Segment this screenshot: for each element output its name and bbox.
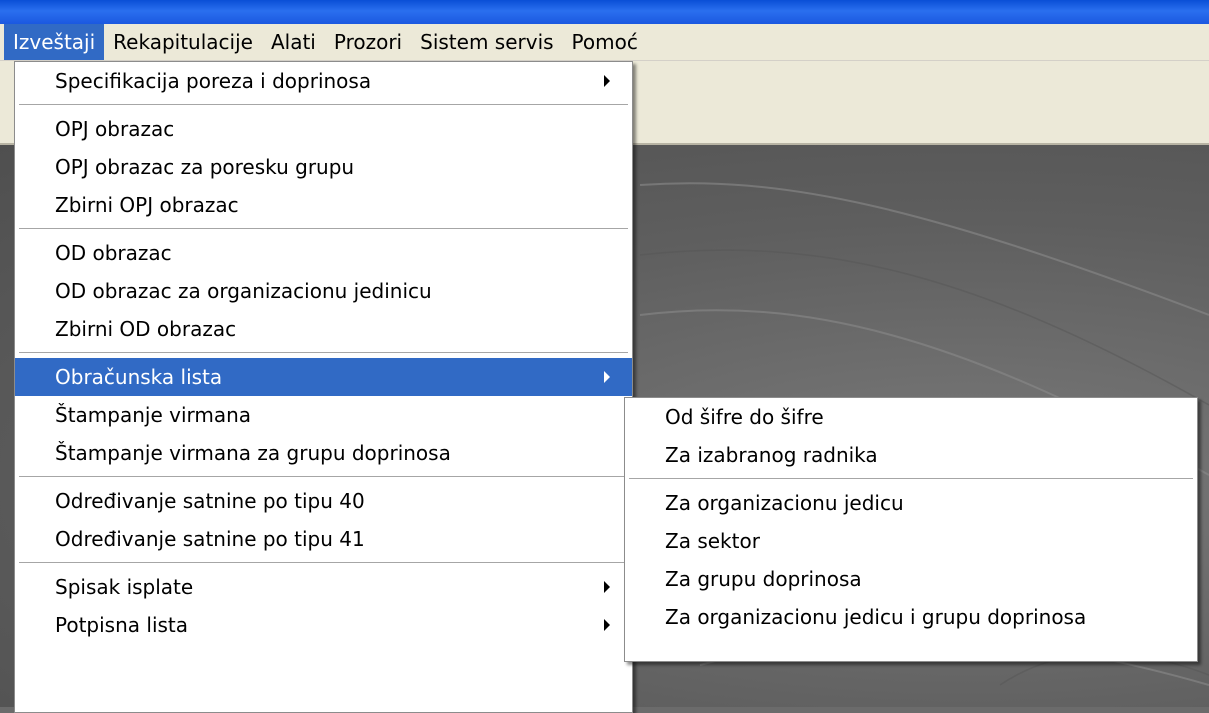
menu-item-label: Za sektor <box>665 529 760 553</box>
obracunska-lista-submenu: Od šifre do šifre Za izabranog radnika Z… <box>624 397 1198 662</box>
menu-item-label: Za grupu doprinosa <box>665 567 862 591</box>
menu-item-zbirni-opj[interactable]: Zbirni OPJ obrazac <box>15 186 632 224</box>
submenu-item-od-sifre-do-sifre[interactable]: Od šifre do šifre <box>625 398 1197 436</box>
menu-separator <box>625 474 1197 484</box>
menu-item-label: OPJ obrazac <box>55 117 175 141</box>
menu-item-label: Spisak isplate <box>55 575 194 599</box>
menu-item-label: Zbirni OPJ obrazac <box>55 193 239 217</box>
menu-item-potpisna-lista[interactable]: Potpisna lista <box>15 606 632 644</box>
menu-item-label: Od šifre do šifre <box>665 405 824 429</box>
menu-izvestaji[interactable]: Izveštaji <box>4 24 105 60</box>
menu-item-label: Obračunska lista <box>55 365 223 389</box>
menu-item-label: Zbirni OD obrazac <box>55 317 237 341</box>
submenu-arrow-icon <box>604 371 610 383</box>
menu-separator <box>15 348 632 358</box>
menu-separator <box>15 472 632 482</box>
submenu-arrow-icon <box>604 75 610 87</box>
submenu-arrow-icon <box>604 619 610 631</box>
menu-item-specifikacija-poreza[interactable]: Specifikacija poreza i doprinosa <box>15 62 632 100</box>
menu-item-label: Određivanje satnine po tipu 41 <box>55 527 365 551</box>
window-titlebar <box>0 0 1209 24</box>
menu-item-spisak-isplate[interactable]: Spisak isplate <box>15 568 632 606</box>
menu-separator <box>15 100 632 110</box>
menu-sistem-servis[interactable]: Sistem servis <box>411 24 562 60</box>
menu-item-label: OD obrazac <box>55 241 172 265</box>
submenu-item-grupa-doprinosa[interactable]: Za grupu doprinosa <box>625 560 1197 598</box>
menu-alati[interactable]: Alati <box>262 24 325 60</box>
menu-item-obracunska-lista[interactable]: Obračunska lista <box>15 358 632 396</box>
izvestaji-dropdown-menu: Specifikacija poreza i doprinosa OPJ obr… <box>14 61 633 713</box>
menu-item-label: Za organizacionu jedicu <box>665 491 904 515</box>
menu-item-od-organizaciona-jedinica[interactable]: OD obrazac za organizacionu jedinicu <box>15 272 632 310</box>
submenu-item-org-jedinica-i-grupa[interactable]: Za organizacionu jedicu i grupu doprinos… <box>625 598 1197 636</box>
menu-prozori[interactable]: Prozori <box>325 24 411 60</box>
menu-item-label: Za izabranog radnika <box>665 443 878 467</box>
submenu-arrow-icon <box>604 581 610 593</box>
submenu-item-sektor[interactable]: Za sektor <box>625 522 1197 560</box>
menu-item-zbirni-od[interactable]: Zbirni OD obrazac <box>15 310 632 348</box>
menu-item-opj-poreska-grupa[interactable]: OPJ obrazac za poresku grupu <box>15 148 632 186</box>
menu-item-label: Štampanje virmana <box>55 403 252 427</box>
menu-item-od-obrazac[interactable]: OD obrazac <box>15 234 632 272</box>
menu-item-satnina-tip-41[interactable]: Određivanje satnine po tipu 41 <box>15 520 632 558</box>
menu-item-label: Potpisna lista <box>55 613 189 637</box>
menu-item-label: OD obrazac za organizacionu jedinicu <box>55 279 432 303</box>
menu-rekapitulacije[interactable]: Rekapitulacije <box>104 24 262 60</box>
submenu-item-izabrani-radnik[interactable]: Za izabranog radnika <box>625 436 1197 474</box>
menu-pomoc[interactable]: Pomoć <box>563 24 647 60</box>
menu-item-label: Određivanje satnine po tipu 40 <box>55 489 365 513</box>
menu-item-stampanje-virmana-grupa[interactable]: Štampanje virmana za grupu doprinosa <box>15 434 632 472</box>
submenu-item-organizaciona-jedinica[interactable]: Za organizacionu jedicu <box>625 484 1197 522</box>
menu-item-label: OPJ obrazac za poresku grupu <box>55 155 355 179</box>
menu-separator <box>15 224 632 234</box>
menu-item-stampanje-virmana[interactable]: Štampanje virmana <box>15 396 632 434</box>
menu-bar: Izveštaji Rekapitulacije Alati Prozori S… <box>0 24 1209 61</box>
menu-separator <box>15 558 632 568</box>
menu-item-opj-obrazac[interactable]: OPJ obrazac <box>15 110 632 148</box>
menu-item-satnina-tip-40[interactable]: Određivanje satnine po tipu 40 <box>15 482 632 520</box>
menu-item-label: Štampanje virmana za grupu doprinosa <box>55 441 451 465</box>
menu-item-label: Za organizacionu jedicu i grupu doprinos… <box>665 605 1087 629</box>
menu-item-label: Specifikacija poreza i doprinosa <box>55 69 372 93</box>
